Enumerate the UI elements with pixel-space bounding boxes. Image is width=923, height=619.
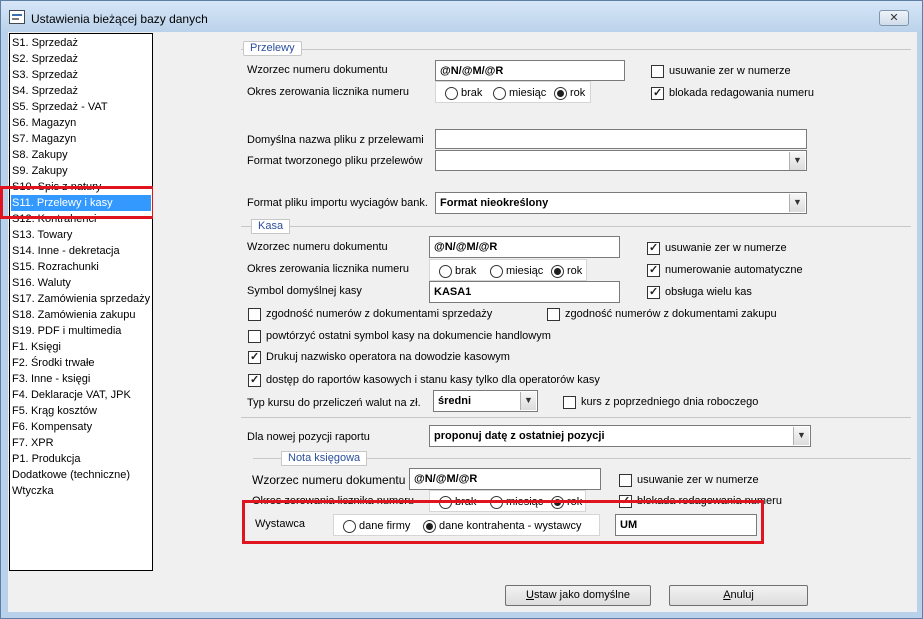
kasa-typ-kursu-select[interactable]: średni ▼ xyxy=(433,390,538,412)
przelewy-format-importu-label: Format pliku importu wyciagów bank. xyxy=(247,197,428,209)
kasa-typ-kursu-label: Typ kursu do przeliczeń walut na zł. xyxy=(247,397,421,409)
nota-wzorzec-label: Wzorzec numeru dokumentu xyxy=(252,473,406,487)
anuluj-button[interactable]: Anuluj xyxy=(669,585,808,606)
przelewy-format-importu-value: Format nieokreślony xyxy=(440,197,549,209)
sidebar-item[interactable]: S2. Sprzedaż xyxy=(12,51,78,67)
kasa-radio-miesiac[interactable]: miesiąc xyxy=(490,263,543,279)
sidebar-item[interactable]: F1. Księgi xyxy=(12,339,61,355)
kasa-radio-brak[interactable]: brak xyxy=(439,263,476,279)
sidebar-item[interactable]: F5. Krąg kosztów xyxy=(12,403,97,419)
przelewy-blokada-checkbox[interactable]: blokada redagowania numeru xyxy=(651,86,814,102)
kasa-powtorzyc-checkbox[interactable]: powtórzyć ostatni symbol kasy na dokumen… xyxy=(248,329,551,345)
section-list: S1. Sprzedaż S2. Sprzedaż S3. Sprzedaż S4. … xyxy=(9,33,153,571)
close-button[interactable]: ✕ xyxy=(879,10,909,26)
legend-kasa: Kasa xyxy=(251,219,291,234)
sidebar-item[interactable]: S8. Zakupy xyxy=(12,147,68,163)
sidebar-item[interactable]: S9. Zakupy xyxy=(12,163,68,179)
przelewy-usuwanie-checkbox[interactable]: usuwanie zer w numerze xyxy=(651,64,791,80)
sidebar-item[interactable]: S15. Rozrachunki xyxy=(12,259,99,275)
sidebar-item[interactable]: F3. Inne - księgi xyxy=(12,371,90,387)
sidebar-item[interactable]: S7. Magazyn xyxy=(12,131,76,147)
chevron-down-icon[interactable]: ▼ xyxy=(793,427,809,445)
sidebar-item[interactable]: S14. Inne - dekretacja xyxy=(12,243,120,259)
kasa-zgodnosc-zakupu-checkbox[interactable]: zgodność numerów z dokumentami zakupu xyxy=(547,307,777,323)
ustaw-domyslne-label: staw jako domyślne xyxy=(533,589,630,601)
nowa-pozycja-label: Dla nowej pozycji raportu xyxy=(247,431,370,443)
chevron-down-icon[interactable]: ▼ xyxy=(789,194,805,212)
kasa-kurs-poprzedni-checkbox[interactable]: kurs z poprzedniego dnia roboczego xyxy=(563,395,758,411)
app-settings-icon xyxy=(9,10,25,24)
kasa-symbol-label: Symbol domyślnej kasy xyxy=(247,285,362,297)
sidebar-item[interactable]: S16. Waluty xyxy=(12,275,71,291)
highlight-section-box xyxy=(0,186,155,219)
sidebar-item[interactable]: F6. Kompensaty xyxy=(12,419,92,435)
przelewy-okres-radio-group: brak miesiąc rok xyxy=(435,81,591,103)
kasa-okres-radio-group: brak miesiąc rok xyxy=(429,259,587,281)
kasa-typ-kursu-value: średni xyxy=(438,395,472,407)
kasa-radio-rok[interactable]: rok xyxy=(551,263,582,279)
przelewy-nazwa-pliku-label: Domyślna nazwa pliku z przelewami xyxy=(247,134,424,146)
anuluj-mnemonic: A xyxy=(723,589,731,601)
title-bar: Ustawienia bieżącej bazy danych ✕ xyxy=(1,1,922,31)
nota-wzorzec-input[interactable]: @N/@M/@R xyxy=(409,468,601,490)
ustaw-domyslne-mnemonic: U xyxy=(526,589,534,601)
divider-nowa-pozycja xyxy=(241,417,911,418)
legend-nota: Nota księgowa xyxy=(281,451,368,466)
sidebar-item[interactable]: F7. XPR xyxy=(12,435,54,451)
sidebar-item[interactable]: S19. PDF i multimedia xyxy=(12,323,121,339)
kasa-dostep-checkbox[interactable]: dostęp do raportów kasowych i stanu kasy… xyxy=(248,373,600,389)
kasa-drukuj-checkbox[interactable]: Drukuj nazwisko operatora na dowodzie ka… xyxy=(248,350,510,366)
kasa-symbol-input[interactable]: KASA1 xyxy=(429,281,620,303)
kasa-zgodnosc-sprzedazy-checkbox[interactable]: zgodność numerów z dokumentami sprzedaży xyxy=(248,307,492,323)
sidebar-item[interactable]: Dodatkowe (techniczne) xyxy=(12,467,130,483)
sidebar-item[interactable]: S5. Sprzedaż - VAT xyxy=(12,99,108,115)
highlight-wystawca-box xyxy=(242,500,764,544)
kasa-numerowanie-checkbox[interactable]: numerowanie automatyczne xyxy=(647,263,803,279)
przelewy-okres-label: Okres zerowania licznika numeru xyxy=(247,86,410,98)
sidebar-item[interactable]: S4. Sprzedaż xyxy=(12,83,78,99)
ustaw-domyslne-button[interactable]: Ustaw jako domyślne xyxy=(505,585,651,606)
kasa-wzorzec-input[interactable]: @N/@M/@R xyxy=(429,236,620,258)
settings-window: Ustawienia bieżącej bazy danych ✕ S1. Sp… xyxy=(0,0,923,619)
sidebar-item[interactable]: S6. Magazyn xyxy=(12,115,76,131)
nowa-pozycja-select[interactable]: proponuj datę z ostatniej pozycji ▼ xyxy=(429,425,811,447)
window-title: Ustawienia bieżącej bazy danych xyxy=(31,12,208,26)
przelewy-format-tworzonego-label: Format tworzonego pliku przelewów xyxy=(247,155,423,167)
legend-przelewy: Przelewy xyxy=(243,41,302,56)
przelewy-format-importu-select[interactable]: Format nieokreślony ▼ xyxy=(435,192,807,214)
kasa-obsluga-checkbox[interactable]: obsługa wielu kas xyxy=(647,285,752,301)
client-area: S1. Sprzedaż S2. Sprzedaż S3. Sprzedaż S4. … xyxy=(0,32,917,612)
nowa-pozycja-value: proponuj datę z ostatniej pozycji xyxy=(434,430,605,442)
nota-usuwanie-checkbox[interactable]: usuwanie zer w numerze xyxy=(619,473,759,489)
przelewy-nazwa-pliku-input[interactable] xyxy=(435,129,807,149)
sidebar-item[interactable]: S13. Towary xyxy=(12,227,72,243)
sidebar-item[interactable]: S3. Sprzedaż xyxy=(12,67,78,83)
przelewy-wzorzec-input[interactable]: @N/@M/@R xyxy=(435,60,625,81)
sidebar-item[interactable]: S18. Zamówienia zakupu xyxy=(12,307,136,323)
kasa-okres-label: Okres zerowania licznika numeru xyxy=(247,263,410,275)
przelewy-radio-rok[interactable]: rok xyxy=(554,85,585,101)
chevron-down-icon[interactable]: ▼ xyxy=(520,392,536,410)
anuluj-label: nuluj xyxy=(730,589,754,601)
group-kasa xyxy=(241,226,911,227)
przelewy-radio-miesiac[interactable]: miesiąc xyxy=(493,85,546,101)
przelewy-format-tworzonego-select[interactable]: ▼ xyxy=(435,150,807,171)
sidebar-item[interactable]: S17. Zamówienia sprzedaży xyxy=(12,291,150,307)
kasa-wzorzec-label: Wzorzec numeru dokumentu xyxy=(247,241,388,253)
sidebar-item[interactable]: F4. Deklaracje VAT, JPK xyxy=(12,387,131,403)
sidebar-item[interactable]: S1. Sprzedaż xyxy=(12,35,78,51)
przelewy-wzorzec-label: Wzorzec numeru dokumentu xyxy=(247,64,388,76)
settings-panel: Przelewy Wzorzec numeru dokumentu @N/@M/… xyxy=(153,33,917,571)
chevron-down-icon[interactable]: ▼ xyxy=(789,152,805,170)
sidebar-item[interactable]: F2. Środki trwałe xyxy=(12,355,95,371)
sidebar-item[interactable]: P1. Produkcja xyxy=(12,451,80,467)
kasa-usuwanie-checkbox[interactable]: usuwanie zer w numerze xyxy=(647,241,787,257)
sidebar-item[interactable]: Wtyczka xyxy=(12,483,54,499)
przelewy-radio-brak[interactable]: brak xyxy=(445,85,482,101)
